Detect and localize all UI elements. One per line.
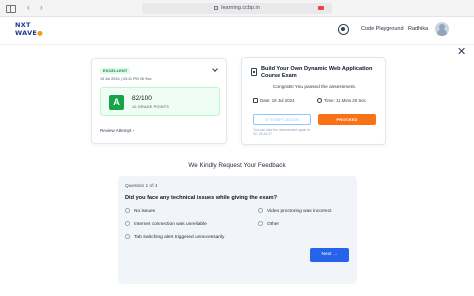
proceed-button[interactable]: PROCEED [318, 114, 376, 125]
review-attempt-link[interactable]: Review Attempt › [100, 128, 134, 133]
chevron-right-icon: › [132, 128, 135, 133]
assessment-time: Time: 11 Mins 20 Sec [317, 98, 366, 104]
review-attempt-label: Review Attempt [100, 128, 132, 133]
nxtwave-logo[interactable]: NXT WAVE● [15, 21, 43, 37]
option-label: Internet connection was unreliable [134, 221, 207, 227]
option-internet[interactable]: Internet connection was unreliable [125, 221, 207, 227]
radio-icon[interactable] [125, 234, 130, 239]
forward-icon[interactable]: › [40, 3, 43, 13]
lock-icon [214, 5, 219, 10]
username: Radhika [408, 26, 429, 32]
next-button[interactable]: Next → [310, 248, 349, 262]
option-label: No issues [134, 208, 156, 214]
app-header: NXT WAVE● Code Playground Radhika [0, 17, 474, 45]
assessment-time-text: Time: 11 Mins 20 Sec [324, 98, 366, 103]
score-card: EXCELLENT 19 Jul 2024 | 03:11 PM 26 Sec … [91, 58, 227, 144]
attempt-date: 19 Jul 2024 | 03:11 PM 26 Sec [100, 77, 152, 81]
assessment-card: Build Your Own Dynamic Web Application C… [241, 57, 386, 145]
assessment-title: Build Your Own Dynamic Web Application C… [261, 66, 373, 79]
radio-icon[interactable] [125, 208, 130, 213]
address-bar[interactable]: learning.ccbp.in [142, 3, 332, 14]
sidebar-toggle-icon[interactable] [6, 5, 16, 13]
avatar[interactable] [435, 22, 449, 36]
document-icon [251, 68, 257, 76]
recording-icon[interactable] [318, 6, 324, 10]
option-no-issues[interactable]: No issues [125, 208, 155, 214]
code-playground-link[interactable]: Code Playground [361, 26, 404, 32]
option-label: Video proctoring was incorrect [267, 208, 332, 214]
radio-icon[interactable] [125, 221, 130, 226]
question-count: Question 1 of 4 [125, 184, 158, 189]
attempt-again-button[interactable]: ATTEMPT AGAIN [253, 114, 311, 125]
congrats-message: Congrats! You passed the assessment. [272, 85, 357, 90]
grade-points: 10 GRADE POINTS [132, 105, 169, 109]
browser-toolbar: ‹ › learning.ccbp.in [0, 0, 474, 17]
feedback-heading: We Kindly Request Your Feedback [188, 162, 286, 169]
logo-line-2: WAVE [15, 29, 38, 37]
option-video-proctoring[interactable]: Video proctoring was incorrect [258, 208, 331, 214]
status-badge: EXCELLENT [100, 68, 131, 74]
logo-line-1: NXT [15, 21, 31, 29]
score-value: 82/100 [132, 95, 152, 102]
close-icon[interactable]: ✕ [457, 45, 466, 58]
radio-icon[interactable] [258, 208, 263, 213]
arrow-right-icon: → [332, 252, 338, 257]
code-playground-icon[interactable] [338, 24, 349, 35]
back-icon[interactable]: ‹ [27, 3, 30, 13]
assessment-date-text: Date: 19 Jul 2024 [260, 98, 295, 103]
url-text: learning.ccbp.in [221, 5, 260, 11]
radio-icon[interactable] [258, 221, 263, 226]
option-label: Other [267, 221, 279, 227]
retake-note: You can take the assessment again in 00:… [253, 128, 310, 137]
option-other[interactable]: Other [258, 221, 279, 227]
option-label: Tab switching alert triggered unnecessar… [134, 234, 225, 240]
calendar-icon [253, 98, 258, 104]
clock-icon [317, 98, 322, 104]
feedback-card: Question 1 of 4 Did you face any technic… [118, 176, 357, 284]
grade-summary: A 82/100 10 GRADE POINTS [100, 87, 220, 116]
question-text: Did you face any technical issues while … [125, 195, 278, 201]
option-tab-switching[interactable]: Tab switching alert triggered unnecessar… [125, 234, 224, 240]
next-label: Next [321, 252, 332, 257]
assessment-date: Date: 19 Jul 2024 [253, 98, 295, 104]
grade-letter: A [109, 95, 124, 110]
chevron-down-icon[interactable] [212, 66, 218, 72]
